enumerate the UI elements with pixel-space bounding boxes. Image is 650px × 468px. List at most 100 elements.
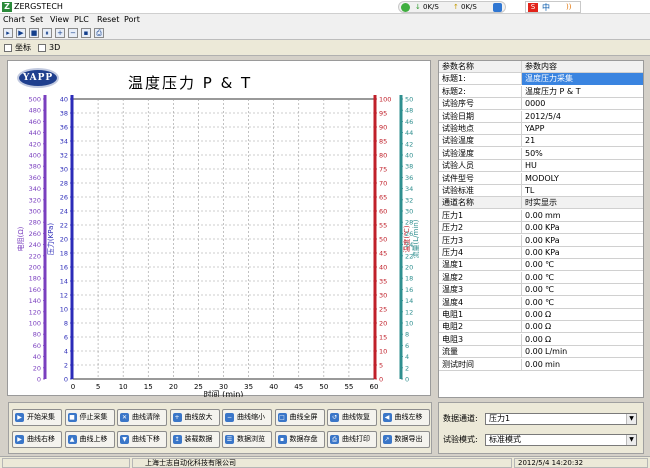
y-tick-label: 500 [29, 96, 41, 104]
table-row[interactable]: 试验日期 2012/5/4 [439, 110, 643, 123]
table-row[interactable]: 流量 0.00 L/min [439, 346, 643, 359]
y-tick-label: 26 [60, 194, 68, 202]
parameter-table: 参数名称 参数内容 标题1: 温度压力采集 标题2: 温度压力 P & T 试验序号 0000… [438, 60, 644, 398]
table-row[interactable]: 试验人员 HU [439, 160, 643, 173]
y-tick-label: 36 [405, 174, 413, 182]
window-icon [493, 3, 502, 12]
channel-unit: KPa [545, 235, 560, 245]
table-row[interactable]: 测试时间 0.00 min [439, 358, 643, 371]
button-clear[interactable]: ✕ 曲线清除 [117, 409, 167, 426]
table-row[interactable]: 标题1: 温度压力采集 [439, 73, 643, 86]
options-bar: 坐标 3D [0, 40, 650, 56]
table-row[interactable]: 试验序号 0000 [439, 98, 643, 111]
menu-chart[interactable]: Chart [3, 15, 25, 25]
button-browse[interactable]: ☰ 数据浏览 [222, 431, 272, 448]
table-row[interactable]: 试验温度 21 [439, 135, 643, 148]
x-tick-label: 35 [244, 383, 253, 391]
y-tick-label: 18 [405, 275, 413, 283]
y-tick-label: 260 [29, 230, 41, 238]
button-arrow-right[interactable]: ▶ 曲线右移 [12, 431, 62, 448]
menu-set[interactable]: Set [30, 15, 43, 25]
x-tick-label: 25 [194, 383, 203, 391]
y-tick-label: 25 [379, 306, 387, 314]
y-tick-label: 30 [60, 166, 68, 174]
arrow-down-icon: ▼ [120, 435, 129, 444]
function-buttons: ▶ 开始采集 ■ 停止采集 ✕ 曲线清除 + 曲线放大 − 曲线缩小 □ 曲线全屏 ↺ 曲线恢复 ◀ 曲线左移… [8, 402, 432, 454]
save-icon[interactable]: ▪ [81, 28, 91, 38]
param-name: 试验标准 [442, 186, 474, 195]
button-arrow-up[interactable]: ▲ 曲线上移 [64, 431, 115, 448]
table-row[interactable]: 温度2 0.00 ℃ [439, 271, 643, 284]
button-zoom-in[interactable]: + 曲线放大 [169, 409, 220, 426]
y-tick-label: 36 [60, 124, 68, 132]
ime-toolbar[interactable]: S 中 )) [525, 1, 581, 13]
status-empty [2, 458, 130, 468]
table-row[interactable]: 电阻2 0.00 Ω [439, 321, 643, 334]
print-icon: ⎙ [330, 435, 339, 444]
load-icon: ↥ [172, 435, 182, 444]
print-icon[interactable]: ⎙ [94, 28, 104, 38]
threed-checkbox[interactable] [38, 44, 46, 52]
table-row[interactable]: 试验标准 TL [439, 185, 643, 197]
button-stop[interactable]: ■ 停止采集 [64, 409, 115, 426]
zoom-out-icon[interactable]: − [68, 28, 78, 38]
y-tick-label: 30 [379, 292, 387, 300]
table-row[interactable]: 温度3 0.00 ℃ [439, 284, 643, 297]
y-tick-label: 40 [60, 96, 68, 104]
table-row[interactable]: 温度1 0.00 ℃ [439, 259, 643, 272]
menu-view[interactable]: View [50, 15, 69, 25]
table-row[interactable]: 标题2: 温度压力 P & T [439, 85, 643, 98]
param-name: 试验地点 [442, 124, 474, 133]
button-zoom-out[interactable]: − 曲线缩小 [222, 409, 272, 426]
param-value: HU [521, 160, 643, 173]
stop-icon[interactable]: ■ [29, 28, 39, 38]
button-save[interactable]: ▪ 数据存盘 [274, 431, 325, 448]
button-export[interactable]: ↗ 数据导出 [379, 431, 430, 448]
param-value: 0.00 ℃ [521, 271, 643, 284]
y-tick-label: 440 [29, 129, 41, 137]
channel-unit: ℃ [545, 285, 554, 295]
table-row[interactable]: 压力4 0.00 KPa [439, 247, 643, 259]
arrow-up-icon: ▲ [67, 435, 77, 444]
button-play[interactable]: ▶ 开始采集 [12, 409, 62, 426]
menu-reset[interactable]: Reset [97, 15, 119, 25]
button-print[interactable]: ⎙ 曲线打印 [327, 431, 377, 448]
button-arrow-down[interactable]: ▼ 曲线下移 [117, 431, 167, 448]
mode-select[interactable]: 标准模式 ▼ [485, 434, 637, 446]
y-tick-label: 30 [405, 208, 413, 216]
arrow-left-icon: ◀ [382, 413, 392, 422]
button-load[interactable]: ↥ 装载数据 [169, 431, 220, 448]
table-header-row: 通道名称 时实显示 [439, 197, 643, 210]
table-row[interactable]: 电阻1 0.00 Ω [439, 309, 643, 321]
table-row[interactable]: 温度4 0.00 ℃ [439, 296, 643, 309]
open-icon[interactable]: ▸ [3, 28, 13, 38]
menu-plc[interactable]: PLC [74, 15, 89, 25]
pause-icon[interactable]: ⏸ [42, 28, 52, 38]
table-row[interactable]: 试验湿度 50% [439, 147, 643, 160]
y-tick-label: 180 [29, 275, 41, 283]
chart-svg[interactable]: 0 5 10 15 20 25 30 35 40 45 50 55 60时间 (min)50048046… [8, 61, 432, 397]
y-tick-label: 100 [29, 320, 41, 328]
channel-select[interactable]: 压力1 ▼ [485, 413, 637, 425]
button-arrow-left[interactable]: ◀ 曲线左移 [379, 409, 430, 426]
zoom-in-icon[interactable]: + [55, 28, 65, 38]
network-monitor[interactable]: ↓ 0K/S ↑ 0K/S [398, 1, 506, 13]
button-fullscreen[interactable]: □ 曲线全屏 [274, 409, 325, 426]
grid-checkbox[interactable] [4, 44, 12, 52]
rss-icon: )) [566, 3, 572, 11]
table-row[interactable]: 试验地点 YAPP [439, 123, 643, 135]
button-restore[interactable]: ↺ 曲线恢复 [327, 409, 377, 426]
play-icon[interactable]: ▶ [16, 28, 26, 38]
param-name: 温度3 [442, 285, 464, 295]
ime-mode[interactable]: 中 [542, 3, 550, 12]
table-row[interactable]: 电阻3 0.00 Ω [439, 333, 643, 346]
mode-select-value: 标准模式 [489, 435, 521, 444]
y-tick-label: 10 [379, 348, 387, 356]
threed-checkbox-label: 3D [49, 43, 61, 52]
menu-port[interactable]: Port [124, 15, 140, 25]
table-row[interactable]: 压力3 0.00 KPa [439, 234, 643, 247]
table-row[interactable]: 压力1 0.00 mm [439, 209, 643, 222]
table-row[interactable]: 压力2 0.00 KPa [439, 222, 643, 235]
table-row[interactable]: 试件型号 MODOLY [439, 172, 643, 185]
menu-bar: Chart Set View PLC Reset Port [0, 14, 650, 26]
